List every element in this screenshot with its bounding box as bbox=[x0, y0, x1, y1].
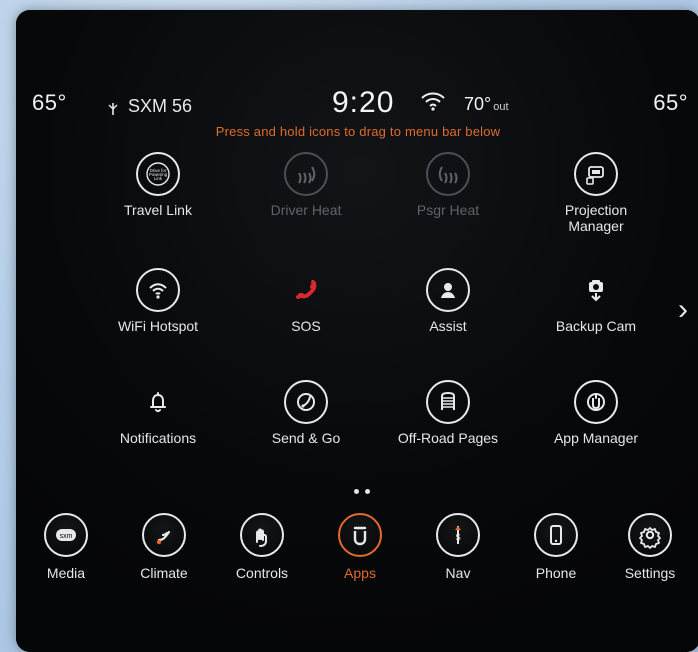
controls-icon bbox=[240, 513, 284, 557]
media-icon: sxm bbox=[44, 513, 88, 557]
app-projection-manager[interactable]: Projection Manager bbox=[526, 152, 666, 234]
bottom-menu-bar: sxm Media Climate Controls Apps S Nav Ph… bbox=[16, 513, 698, 613]
app-backup-cam[interactable]: Backup Cam bbox=[526, 268, 666, 334]
apps-grid: Drive for Powering Link Travel Link Driv… bbox=[16, 146, 698, 476]
page-indicator bbox=[354, 489, 370, 494]
app-label: Driver Heat bbox=[270, 202, 342, 218]
outside-temp-value: 70° bbox=[464, 94, 492, 114]
off-road-pages-icon bbox=[426, 380, 470, 424]
svg-text:Link: Link bbox=[154, 176, 163, 181]
tab-label: Nav bbox=[445, 565, 471, 581]
app-wifi-hotspot[interactable]: WiFi Hotspot bbox=[88, 268, 228, 334]
svg-text:S: S bbox=[455, 533, 460, 542]
phone-icon bbox=[534, 513, 578, 557]
app-label: Assist bbox=[429, 318, 467, 334]
climate-icon bbox=[142, 513, 186, 557]
passenger-temp[interactable]: 65° bbox=[653, 90, 688, 116]
tab-phone[interactable]: Phone bbox=[506, 513, 606, 581]
outside-temp-label: out bbox=[493, 101, 509, 113]
tab-label: Media bbox=[46, 565, 86, 581]
app-travel-link[interactable]: Drive for Powering Link Travel Link bbox=[88, 152, 228, 218]
sos-icon bbox=[284, 268, 328, 312]
app-label: App Manager bbox=[553, 430, 639, 446]
antenna-icon bbox=[106, 100, 120, 115]
passenger-heat-icon bbox=[426, 152, 470, 196]
app-label: Send & Go bbox=[271, 430, 341, 446]
tab-label: Settings bbox=[624, 565, 676, 581]
clock: 9:20 bbox=[332, 86, 395, 119]
tab-label: Phone bbox=[535, 565, 577, 581]
app-label: Projection Manager bbox=[564, 202, 628, 234]
page-dot[interactable] bbox=[365, 489, 370, 494]
app-label: Psgr Heat bbox=[416, 202, 480, 218]
app-psgr-heat[interactable]: Psgr Heat bbox=[378, 152, 518, 218]
tab-label: Apps bbox=[344, 565, 376, 581]
apps-icon bbox=[338, 513, 382, 557]
nav-icon: S bbox=[436, 513, 480, 557]
media-badge-text: sxm bbox=[60, 533, 73, 540]
app-label: Travel Link bbox=[124, 202, 192, 218]
uconnect-screen: 65° SXM 56 9:20 70° out 65° Press and ho… bbox=[16, 10, 698, 652]
tab-apps[interactable]: Apps bbox=[310, 513, 410, 581]
tab-controls[interactable]: Controls bbox=[212, 513, 312, 581]
tab-label: Climate bbox=[140, 565, 188, 581]
app-label: WiFi Hotspot bbox=[117, 318, 199, 334]
app-off-road-pages[interactable]: Off-Road Pages bbox=[378, 380, 518, 446]
sxm-station[interactable]: SXM 56 bbox=[106, 96, 192, 117]
app-sos[interactable]: SOS bbox=[236, 268, 376, 334]
tab-climate[interactable]: Climate bbox=[114, 513, 214, 581]
sxm-label: SXM 56 bbox=[128, 96, 193, 116]
tab-settings[interactable]: Settings bbox=[600, 513, 698, 581]
projection-manager-icon bbox=[574, 152, 618, 196]
app-manager-icon bbox=[574, 380, 618, 424]
driver-heat-icon bbox=[284, 152, 328, 196]
app-send-go[interactable]: Send & Go bbox=[236, 380, 376, 446]
app-label: Notifications bbox=[119, 430, 197, 446]
app-label: SOS bbox=[291, 318, 321, 334]
app-assist[interactable]: Assist bbox=[378, 268, 518, 334]
tab-label: Controls bbox=[235, 565, 289, 581]
page-dot[interactable] bbox=[354, 489, 359, 494]
notifications-icon bbox=[136, 380, 180, 424]
outside-temp: 70° out bbox=[464, 94, 509, 115]
travel-link-icon: Drive for Powering Link bbox=[136, 152, 180, 196]
wifi-icon bbox=[420, 90, 446, 112]
app-label: Off-Road Pages bbox=[397, 430, 499, 446]
wifi-hotspot-icon bbox=[136, 268, 180, 312]
tab-media[interactable]: sxm Media bbox=[16, 513, 116, 581]
drag-hint: Press and hold icons to drag to menu bar… bbox=[215, 124, 501, 139]
send-go-icon bbox=[284, 380, 328, 424]
status-bar: 65° SXM 56 9:20 70° out 65° bbox=[16, 86, 698, 124]
tab-nav[interactable]: S Nav bbox=[408, 513, 508, 581]
app-app-manager[interactable]: App Manager bbox=[526, 380, 666, 446]
app-notifications[interactable]: Notifications bbox=[88, 380, 228, 446]
app-label: Backup Cam bbox=[555, 318, 637, 334]
infotainment-bezel: 65° SXM 56 9:20 70° out 65° Press and ho… bbox=[16, 10, 698, 652]
assist-icon bbox=[426, 268, 470, 312]
next-page-chevron-icon[interactable]: › bbox=[678, 295, 688, 325]
app-driver-heat[interactable]: Driver Heat bbox=[236, 152, 376, 218]
backup-cam-icon bbox=[574, 268, 618, 312]
settings-icon bbox=[628, 513, 672, 557]
driver-temp[interactable]: 65° bbox=[32, 90, 67, 116]
